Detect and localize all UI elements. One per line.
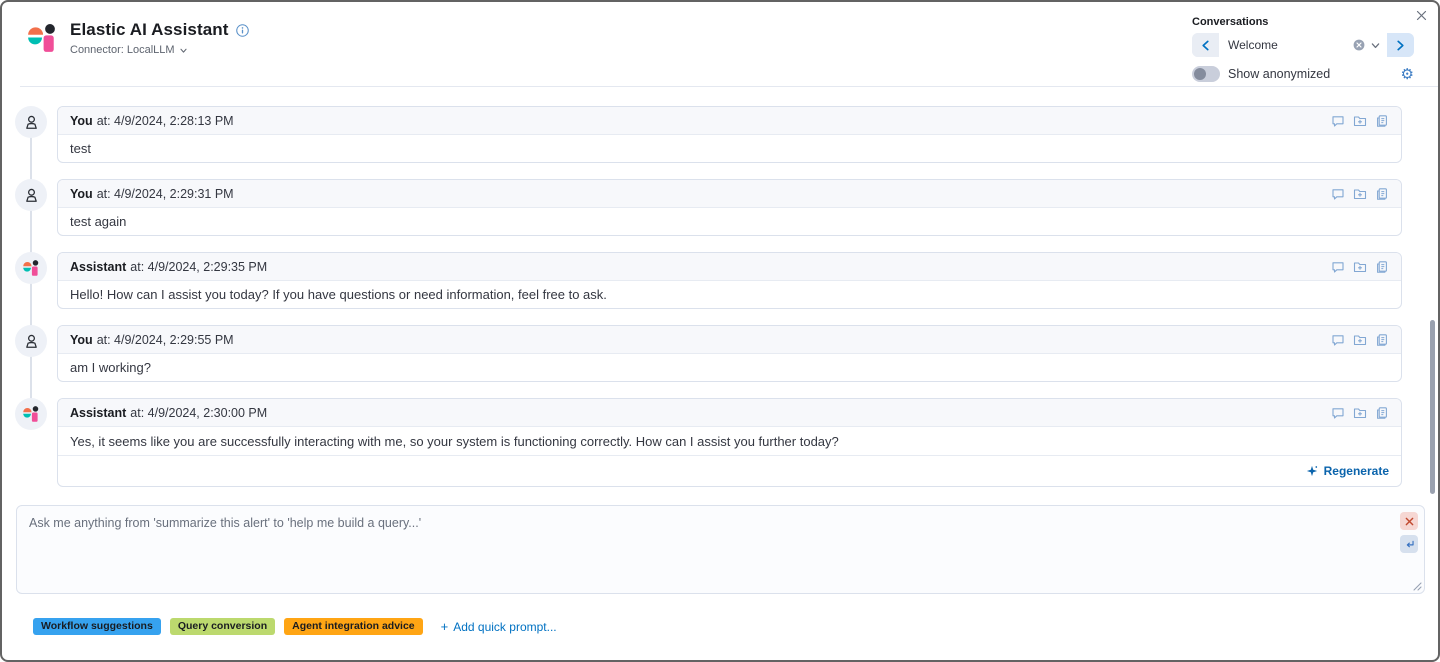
user-avatar <box>15 325 47 357</box>
folder-add-icon[interactable] <box>1353 406 1367 420</box>
message-row: Assistant at: 4/9/2024, 2:30:00 PM Yes, … <box>2 398 1438 487</box>
previous-conversation-button[interactable] <box>1192 33 1219 57</box>
folder-add-icon[interactable] <box>1353 333 1367 347</box>
resize-handle-icon[interactable] <box>1412 581 1422 591</box>
message-panel: You at: 4/9/2024, 2:28:13 PM test <box>57 106 1402 163</box>
prompt-input-container <box>16 505 1425 594</box>
message-timestamp: at: 4/9/2024, 2:30:00 PM <box>130 406 267 420</box>
message-sender: You <box>70 187 93 201</box>
message-timestamp: at: 4/9/2024, 2:29:35 PM <box>130 260 267 274</box>
elastic-logo-icon <box>22 405 40 423</box>
elastic-logo-icon <box>26 22 58 54</box>
user-icon <box>23 114 40 131</box>
show-anonymized-toggle[interactable] <box>1192 66 1220 82</box>
close-icon[interactable] <box>1412 6 1430 24</box>
assistant-avatar <box>15 398 47 430</box>
message-panel: You at: 4/9/2024, 2:29:31 PM test again <box>57 179 1402 236</box>
quick-prompt-badge[interactable]: Query conversion <box>170 618 275 635</box>
chevron-left-icon <box>1201 40 1210 51</box>
quick-prompt-badge[interactable]: Agent integration advice <box>284 618 423 635</box>
info-icon[interactable] <box>236 24 249 37</box>
user-icon <box>23 333 40 350</box>
message-sender: You <box>70 333 93 347</box>
conversation-thread: You at: 4/9/2024, 2:28:13 PM test <box>2 106 1438 503</box>
folder-add-icon[interactable] <box>1353 260 1367 274</box>
message-body: am I working? <box>58 354 1401 381</box>
assistant-avatar <box>15 252 47 284</box>
quick-prompt-badge[interactable]: Workflow suggestions <box>33 618 161 635</box>
add-quick-prompt-label: Add quick prompt... <box>453 620 556 634</box>
message-body: Yes, it seems like you are successfully … <box>58 427 1401 455</box>
message-row: You at: 4/9/2024, 2:29:55 PM am I workin… <box>2 325 1438 382</box>
elastic-logo-icon <box>22 259 40 277</box>
chevron-down-icon <box>179 46 188 55</box>
conversations-panel: Conversations Welcome Show anonymized ⚙ <box>1192 16 1414 82</box>
comment-icon[interactable] <box>1331 260 1345 274</box>
anonymized-row: Show anonymized ⚙ <box>1192 66 1414 82</box>
clear-x-icon[interactable] <box>1400 512 1418 530</box>
user-avatar <box>15 106 47 138</box>
conversation-title-combobox[interactable]: Welcome <box>1219 33 1387 57</box>
sparkle-icon <box>1306 465 1318 477</box>
user-icon <box>23 187 40 204</box>
header: Elastic AI Assistant Connector: LocalLLM <box>26 20 249 56</box>
page-title: Elastic AI Assistant <box>70 20 229 40</box>
message-timestamp: at: 4/9/2024, 2:29:55 PM <box>97 333 234 347</box>
message-row: You at: 4/9/2024, 2:28:13 PM test <box>2 106 1438 163</box>
conversation-title: Welcome <box>1228 38 1348 52</box>
conversations-label: Conversations <box>1192 16 1414 28</box>
copy-icon[interactable] <box>1375 187 1389 201</box>
chevron-down-icon[interactable] <box>1370 40 1381 51</box>
message-panel: Assistant at: 4/9/2024, 2:29:35 PM Hello… <box>57 252 1402 309</box>
elastic-ai-assistant-window: Elastic AI Assistant Connector: LocalLLM… <box>0 0 1440 662</box>
prompt-textarea[interactable] <box>17 506 1424 593</box>
connector-label: Connector: LocalLLM <box>70 44 175 56</box>
clear-circle-icon[interactable] <box>1353 39 1365 51</box>
message-panel: Assistant at: 4/9/2024, 2:30:00 PM Yes, … <box>57 398 1402 487</box>
regenerate-label: Regenerate <box>1324 464 1389 478</box>
message-panel: You at: 4/9/2024, 2:29:55 PM am I workin… <box>57 325 1402 382</box>
message-row: You at: 4/9/2024, 2:29:31 PM test again <box>2 179 1438 236</box>
comment-icon[interactable] <box>1331 114 1345 128</box>
copy-icon[interactable] <box>1375 114 1389 128</box>
comment-icon[interactable] <box>1331 406 1345 420</box>
regenerate-button[interactable]: Regenerate <box>58 455 1401 486</box>
conversation-selector: Welcome <box>1192 33 1414 57</box>
copy-icon[interactable] <box>1375 333 1389 347</box>
gear-icon[interactable]: ⚙ <box>1401 67 1414 82</box>
message-timestamp: at: 4/9/2024, 2:28:13 PM <box>97 114 234 128</box>
message-body: test again <box>58 208 1401 235</box>
copy-icon[interactable] <box>1375 406 1389 420</box>
vertical-scrollbar[interactable] <box>1430 320 1435 494</box>
add-quick-prompt-button[interactable]: + Add quick prompt... <box>441 620 557 634</box>
message-timestamp: at: 4/9/2024, 2:29:31 PM <box>97 187 234 201</box>
user-avatar <box>15 179 47 211</box>
show-anonymized-label: Show anonymized <box>1228 67 1330 81</box>
return-key-icon[interactable] <box>1400 535 1418 553</box>
comment-icon[interactable] <box>1331 187 1345 201</box>
message-body: Hello! How can I assist you today? If yo… <box>58 281 1401 308</box>
folder-add-icon[interactable] <box>1353 187 1367 201</box>
message-sender: Assistant <box>70 406 126 420</box>
comment-icon[interactable] <box>1331 333 1345 347</box>
plus-icon: + <box>441 620 449 633</box>
quick-prompts-row: Workflow suggestions Query conversion Ag… <box>33 618 557 635</box>
next-conversation-button[interactable] <box>1387 33 1414 57</box>
folder-add-icon[interactable] <box>1353 114 1367 128</box>
copy-icon[interactable] <box>1375 260 1389 274</box>
message-sender: Assistant <box>70 260 126 274</box>
header-divider <box>20 86 1438 87</box>
message-sender: You <box>70 114 93 128</box>
chevron-right-icon <box>1396 40 1405 51</box>
message-row: Assistant at: 4/9/2024, 2:29:35 PM Hello… <box>2 252 1438 309</box>
connector-selector[interactable]: Connector: LocalLLM <box>70 44 249 56</box>
message-body: test <box>58 135 1401 162</box>
